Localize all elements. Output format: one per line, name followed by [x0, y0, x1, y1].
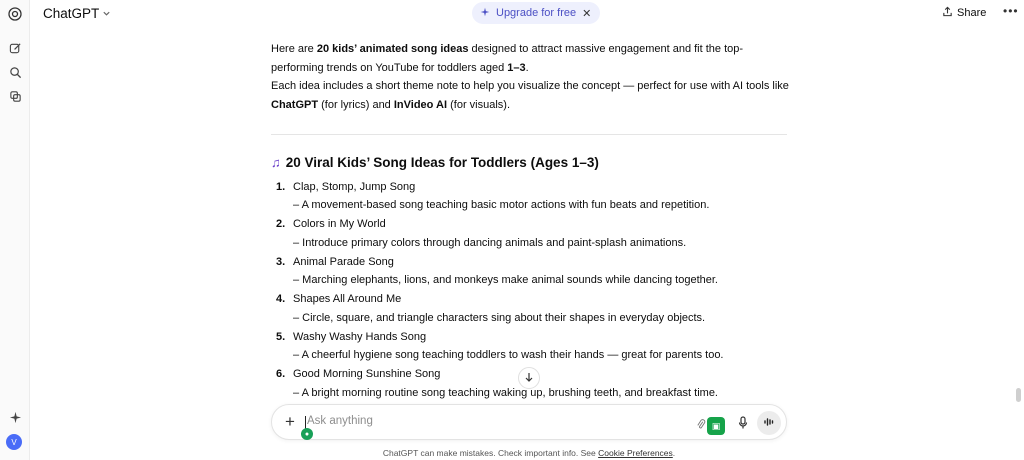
list-item: 2. Colors in My World – Introduce primary… — [276, 215, 796, 253]
share-label: Share — [957, 7, 987, 19]
item-title: Animal Parade Song — [293, 255, 394, 268]
item-title: Shapes All Around Me — [293, 293, 402, 306]
upgrade-button[interactable]: Upgrade for free ✕ — [472, 2, 601, 24]
waveform-icon — [763, 414, 775, 432]
app-title: ChatGPT — [43, 6, 100, 21]
item-description: – Introduce primary colors through danci… — [293, 236, 687, 249]
sparkle-icon — [480, 7, 490, 20]
sidebar-rail: V — [0, 0, 30, 460]
prompt-input[interactable]: Ask anything — [307, 415, 373, 427]
assistant-message: Here are 20 kids’ animated song ideas de… — [271, 40, 791, 114]
music-note-icon: ♫ — [271, 155, 281, 170]
section-heading: ♫ 20 Viral Kids’ Song Ideas for Toddlers… — [271, 155, 599, 170]
voice-mode-button[interactable] — [757, 411, 781, 435]
library-icon[interactable] — [6, 87, 24, 105]
microphone-icon[interactable] — [736, 415, 750, 431]
item-description: – A movement-based song teaching basic m… — [293, 199, 710, 211]
divider — [271, 134, 787, 135]
item-description: – Marching elephants, lions, and monkeys… — [293, 274, 718, 287]
upgrade-label: Upgrade for free — [496, 7, 577, 19]
item-title: Clap, Stomp, Jump Song — [293, 180, 416, 193]
list-item: 4. Shapes All Around Me – Circle, square,… — [276, 290, 796, 328]
share-icon — [942, 6, 953, 20]
paperclip-icon[interactable] — [696, 419, 706, 433]
close-icon[interactable]: ✕ — [582, 7, 591, 20]
model-selector[interactable]: ChatGPT — [43, 6, 111, 21]
item-title: Colors in My World — [293, 218, 386, 231]
cookie-preferences-link[interactable]: Cookie Preferences — [598, 448, 673, 458]
scroll-to-bottom-button[interactable] — [518, 367, 540, 389]
composer: + Ask anything ● ▣ — [271, 404, 787, 440]
extension-bot-icon[interactable]: ▣ — [707, 417, 725, 435]
more-options-icon[interactable]: ••• — [1003, 4, 1019, 18]
list-item: 5. Washy Washy Hands Song – A cheerful hy… — [276, 327, 796, 365]
sparkle-icon[interactable] — [6, 408, 24, 426]
item-description: – Circle, square, and triangle character… — [293, 311, 706, 324]
item-description: – A bright morning routine song teaching… — [293, 386, 718, 399]
disclaimer: ChatGPT can make mistakes. Check importa… — [382, 448, 676, 458]
openai-logo-icon[interactable] — [6, 5, 24, 23]
chevron-down-icon — [102, 6, 111, 21]
intro-paragraph-2: Each idea includes a short theme note to… — [271, 80, 789, 111]
list-item: 1. Clap, Stomp, Jump Song – A movement-ba… — [276, 177, 796, 215]
list-item: 3. Animal Parade Song – Marching elephant… — [276, 252, 796, 290]
item-description: – A cheerful hygiene song teaching toddl… — [293, 349, 724, 362]
plus-icon[interactable]: + — [285, 413, 295, 431]
intro-paragraph-1: Here are 20 kids’ animated song ideas de… — [271, 43, 744, 74]
search-icon[interactable] — [6, 63, 24, 81]
item-title: Washy Washy Hands Song — [293, 330, 427, 343]
share-button[interactable]: Share — [942, 6, 986, 20]
item-title: Good Morning Sunshine Song — [293, 368, 441, 381]
scrollbar-thumb[interactable] — [1016, 388, 1021, 402]
arrow-down-icon — [524, 372, 534, 385]
new-chat-icon[interactable] — [6, 39, 24, 57]
extension-robot-icon[interactable]: ● — [301, 428, 313, 440]
